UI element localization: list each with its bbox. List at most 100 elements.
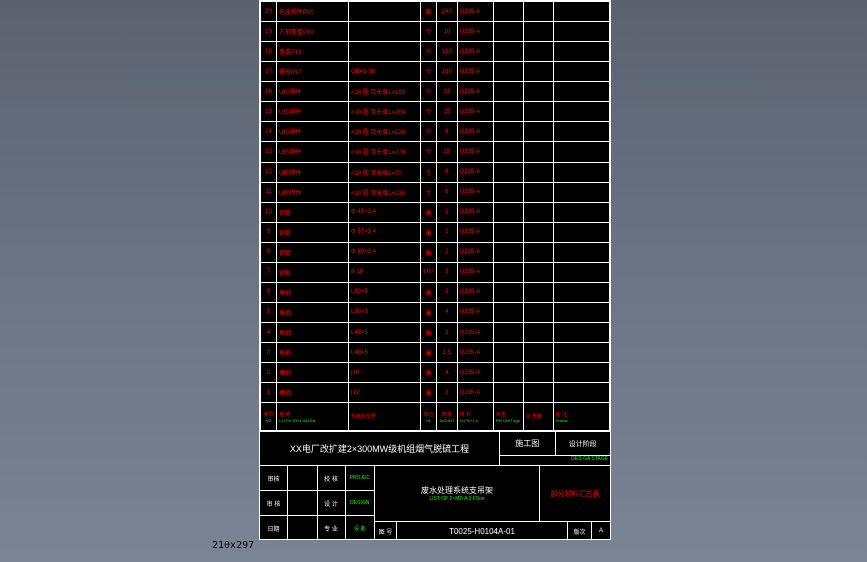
- cell-qty: 2: [437, 242, 458, 262]
- cell-spec: #10 圆 弯长度L=270: [349, 142, 421, 162]
- stage-label-1: 施工图: [500, 432, 556, 455]
- cell-mat: Q235-A: [457, 383, 493, 403]
- cell-spec: [349, 22, 421, 42]
- cell-no: 7: [261, 262, 277, 282]
- cell-name: 槽钢: [277, 383, 349, 403]
- cell-unit: 米: [421, 242, 437, 262]
- cell-w2: [523, 302, 553, 322]
- cell-name: U形焊件: [277, 142, 349, 162]
- cell-w2: [523, 62, 553, 82]
- sign-r2b: 设 计: [318, 491, 346, 515]
- table-row: 12U形焊件#10 圆 弯长度L=70个8Q235-A: [261, 162, 610, 182]
- cell-mat: Q235-A: [457, 202, 493, 222]
- sign-r3a-v: [288, 516, 318, 540]
- cell-name: 钢管: [277, 222, 349, 242]
- table-row: 6角钢L50×5米3Q235-A: [261, 282, 610, 302]
- cell-remark: [553, 323, 609, 343]
- cell-qty: 3: [437, 282, 458, 302]
- cell-no: 2: [261, 363, 277, 383]
- cell-remark: [553, 122, 609, 142]
- cell-name: 角钢: [277, 282, 349, 302]
- cell-w1: [493, 102, 523, 122]
- drawing-title-en: LIST OF 2×MD A 0 FSoe: [429, 496, 484, 502]
- table-row: 3角钢L40×5米1.5Q235-A: [261, 343, 610, 363]
- cell-mat: Q235-A: [457, 22, 493, 42]
- cell-remark: [553, 62, 609, 82]
- cell-mat: Q235-A: [457, 242, 493, 262]
- cell-spec: #10 圆 弯长度L=70: [349, 162, 421, 182]
- table-row: 13U形焊件#10 圆 弯长度L=270个28Q235-A: [261, 142, 610, 162]
- cell-no: 9: [261, 222, 277, 242]
- cell-name: U形焊件: [277, 162, 349, 182]
- dwgno-label: 图 号: [375, 522, 397, 540]
- paper-size-label: 210x297: [212, 540, 254, 551]
- stage-label-en: DES·GA STAGE: [500, 455, 610, 465]
- cell-w1: [493, 42, 523, 62]
- hdr-remark: 备 注Rowns: [553, 403, 609, 431]
- drawing-subtitle: 部分材料汇总表: [540, 466, 610, 521]
- cell-spec: [10: [349, 363, 421, 383]
- cell-qty: 6: [437, 122, 458, 142]
- cell-mat: Q235-A: [457, 102, 493, 122]
- sign-r2a: 审 核: [260, 491, 288, 515]
- cell-qty: 10: [437, 22, 458, 42]
- table-row: 16U形焊件#10 圆 弯长度L=155个33Q235-A: [261, 82, 610, 102]
- hdr-spec-label: 规格及型号: [351, 414, 376, 420]
- cell-w1: [493, 343, 523, 363]
- cell-mat: Q235-A: [457, 343, 493, 363]
- table-row: 10钢管Φ 45×3 4米1Q235-A: [261, 202, 610, 222]
- hdr-qty-label: 数量: [442, 412, 452, 418]
- cell-w1: [493, 142, 523, 162]
- cell-remark: [553, 262, 609, 282]
- cell-no: 10: [261, 202, 277, 222]
- hdr-mat: 材 料Lv1To+1 k: [457, 403, 493, 431]
- cell-unit: 个: [421, 162, 437, 182]
- cell-unit: 米: [421, 363, 437, 383]
- cell-mat: Q235-A: [457, 323, 493, 343]
- cell-unit: t/m²: [421, 262, 437, 282]
- cell-spec: [12: [349, 383, 421, 403]
- table-row: 4角钢L40×5米3Q235-A: [261, 323, 610, 343]
- cell-w1: [493, 282, 523, 302]
- hdr-mat-sublabel: Lv1To+1 k: [460, 418, 491, 423]
- stage-label-2: 设计阶段: [556, 432, 611, 455]
- cell-remark: [553, 363, 609, 383]
- hdr-mat-label: 材 料: [460, 412, 471, 418]
- cell-w1: [493, 323, 523, 343]
- cell-mat: Q235-A: [457, 82, 493, 102]
- cell-w2: [523, 343, 553, 363]
- cell-name: U形焊件: [277, 182, 349, 202]
- cell-remark: [553, 142, 609, 162]
- cell-w2: [523, 162, 553, 182]
- cell-name: 槽钢: [277, 363, 349, 383]
- cell-qty: 3: [437, 323, 458, 343]
- cell-name: 方钢垫重P19: [277, 22, 349, 42]
- cell-unit: 米: [421, 282, 437, 302]
- cell-remark: [553, 343, 609, 363]
- cell-qty: 2: [437, 222, 458, 242]
- cell-mat: Q235-A: [457, 62, 493, 82]
- table-row: 8钢管Φ 89×3 4米2Q235-A: [261, 242, 610, 262]
- hdr-no-sublabel: NO: [263, 418, 274, 423]
- cell-mat: Q235-A: [457, 42, 493, 62]
- table-row: 11U形焊件#10 圆 弯长度L=230个6Q235-A: [261, 182, 610, 202]
- table-row: 7钢板8-10t/m²3Q235-A: [261, 262, 610, 282]
- cell-qty: 6: [437, 182, 458, 202]
- cell-mat: Q235-A: [457, 262, 493, 282]
- hdr-w1: 单重PW UNIT kgs: [493, 403, 523, 431]
- cell-remark: [553, 242, 609, 262]
- hdr-spec: 规格及型号: [349, 403, 421, 431]
- cell-qty: 160: [437, 42, 458, 62]
- cell-no: 20: [261, 2, 277, 22]
- cell-qty: 1.5: [437, 343, 458, 363]
- hdr-qty-sublabel: JoOUNT: [439, 418, 455, 423]
- hdr-qty: 数量JoOUNT: [437, 403, 458, 431]
- cell-remark: [553, 383, 609, 403]
- bom-table: 20托座焊件P20套240Q235-A19方钢垫重P19个10Q235-A18垫…: [260, 1, 610, 431]
- hdr-w1-sublabel: PW UNIT kgs: [496, 418, 521, 423]
- cell-mat: Q235-A: [457, 122, 493, 142]
- cell-remark: [553, 42, 609, 62]
- cell-mat: Q235-A: [457, 302, 493, 322]
- cell-remark: [553, 202, 609, 222]
- cell-no: 4: [261, 323, 277, 343]
